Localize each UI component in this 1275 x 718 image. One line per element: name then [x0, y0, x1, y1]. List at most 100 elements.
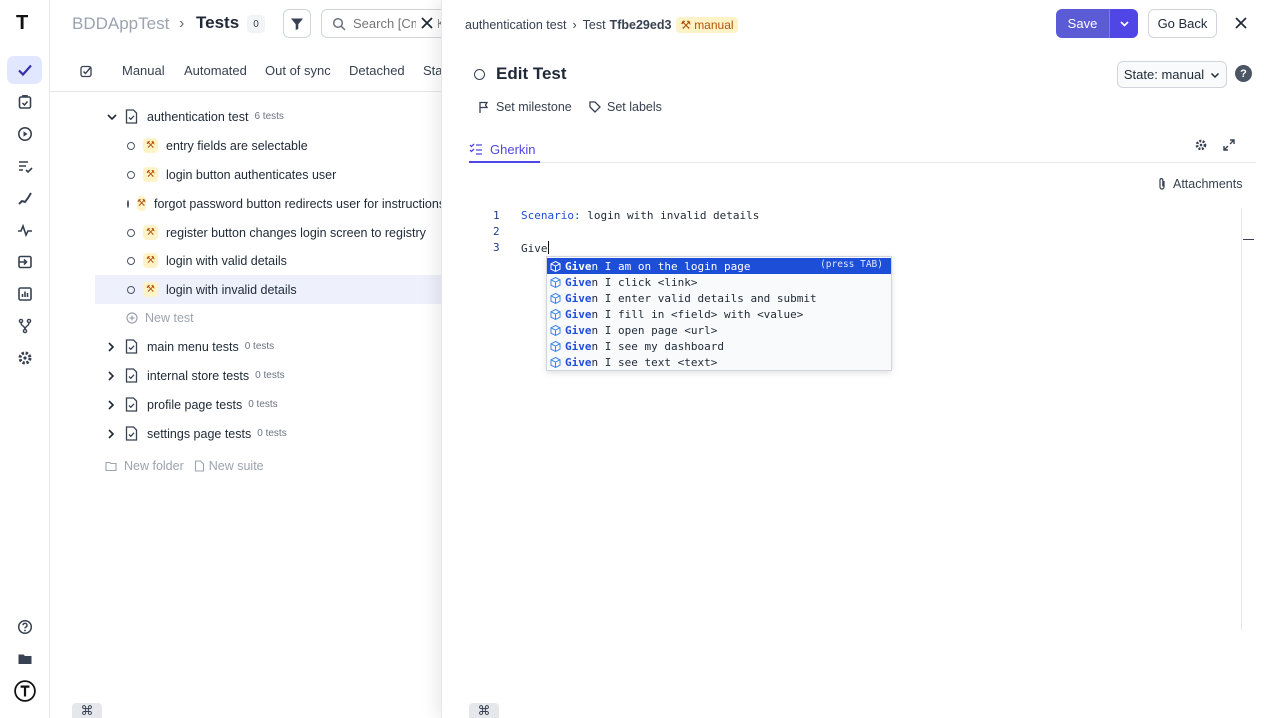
autocomplete-rest: n I see text <text> [591, 355, 718, 369]
expand-icon[interactable] [1222, 138, 1236, 152]
test-row[interactable]: ⚒ register button changes login screen t… [95, 218, 442, 247]
breadcrumb-test-prefix: Test [582, 18, 606, 32]
new-suite-link[interactable]: New suite [209, 459, 264, 473]
suite-row[interactable]: settings page tests 0 tests [95, 419, 442, 448]
autocomplete-item[interactable]: Give n I see my dashboard [547, 338, 891, 354]
testomat-logo-icon[interactable] [7, 677, 42, 705]
attachments-button[interactable]: Attachments [1157, 177, 1242, 191]
suite-label: profile page tests [147, 397, 243, 412]
test-label: forgot password button redirects user fo… [153, 196, 442, 211]
test-row-selected[interactable]: ⚒ login with invalid details [95, 275, 442, 304]
autocomplete-item[interactable]: Give n I enter valid details and submit [547, 290, 891, 306]
chevron-right-icon[interactable] [105, 370, 117, 382]
tab-detached[interactable]: Detached [349, 63, 405, 78]
autocomplete-item[interactable]: Give n I click <link> [547, 274, 891, 290]
line-number: 3 [493, 241, 500, 254]
gear-icon[interactable] [7, 344, 42, 372]
autocomplete-item[interactable]: Give n I am on the login page (press TAB) [547, 258, 891, 274]
save-options-button[interactable] [1109, 9, 1138, 38]
code-text: Give [521, 242, 548, 255]
cube-icon [550, 260, 561, 272]
command-palette-button[interactable]: ⌘ [72, 703, 102, 718]
new-folder-link[interactable]: New folder [124, 459, 184, 473]
state-select[interactable]: State: manual [1117, 61, 1227, 88]
test-row[interactable]: ⚒ login with valid details [95, 246, 442, 275]
status-circle-icon [127, 141, 135, 150]
test-row[interactable]: ⚒ forgot password button redirects user … [95, 189, 442, 218]
chevron-right-icon[interactable] [105, 341, 117, 353]
folder-icon[interactable] [7, 645, 42, 673]
manual-icon: ⚒ [143, 253, 158, 268]
tests-count-badge: 0 [247, 15, 265, 33]
milestone-flag-icon [479, 101, 489, 113]
chart-icon[interactable] [7, 280, 42, 308]
save-button[interactable]: Save [1056, 9, 1109, 38]
pulse-icon[interactable] [7, 216, 42, 244]
tab-gherkin[interactable]: Gherkin [469, 137, 540, 163]
line-number: 1 [493, 209, 500, 222]
suite-file-icon [125, 109, 138, 124]
clipboard-icon[interactable] [7, 88, 42, 116]
list-check-icon[interactable] [7, 152, 42, 180]
chevron-right-icon[interactable] [105, 399, 117, 411]
status-circle-icon [474, 69, 485, 80]
chevron-down-icon [1211, 72, 1220, 78]
suite-file-icon [125, 339, 138, 354]
cube-icon [550, 276, 561, 288]
go-back-button[interactable]: Go Back [1148, 9, 1217, 38]
help-icon[interactable]: ? [1235, 65, 1252, 82]
tests-check-icon[interactable] [7, 56, 42, 84]
suite-authentication-test[interactable]: authentication test 6 tests [95, 102, 442, 131]
steps-icon[interactable] [7, 184, 42, 212]
gherkin-code-editor[interactable]: 1 Scenario: login with invalid details 2… [469, 208, 1242, 630]
autocomplete-item[interactable]: Give n I see text <text> [547, 354, 891, 370]
cube-icon [550, 292, 561, 304]
tab-manual[interactable]: Manual [122, 63, 165, 78]
suite-row[interactable]: internal store tests 0 tests [95, 361, 442, 390]
status-circle-icon [127, 199, 129, 208]
editor-settings-icon[interactable] [1194, 138, 1208, 152]
suite-file-icon [125, 368, 138, 383]
test-row[interactable]: ⚒ entry fields are selectable [95, 131, 442, 160]
close-icon[interactable] [1233, 15, 1249, 31]
set-labels-link[interactable]: Set labels [589, 100, 662, 114]
code-line: Give [521, 241, 549, 255]
tab-automated[interactable]: Automated [184, 63, 247, 78]
state-label: State: manual [1123, 67, 1205, 82]
test-row[interactable]: ⚒ login button authenticates user [95, 160, 442, 189]
suite-row[interactable]: main menu tests 0 tests [95, 332, 442, 361]
editor-scrollbar-track[interactable] [1241, 208, 1242, 630]
command-palette-button[interactable]: ⌘ [469, 703, 499, 718]
filter-button[interactable] [283, 9, 311, 38]
breadcrumb-suite[interactable]: authentication test [465, 18, 566, 32]
suite-row[interactable]: profile page tests 0 tests [95, 390, 442, 419]
breadcrumb: authentication test › Test Tfbe29ed3 ⚒ m… [465, 17, 738, 33]
manual-badge-label: manual [694, 18, 734, 32]
import-icon[interactable] [7, 248, 42, 276]
chevron-down-icon[interactable] [106, 111, 118, 123]
suite-count: 0 tests [248, 399, 278, 410]
breadcrumb-test-id: Tfbe29ed3 [609, 18, 672, 32]
help-icon[interactable] [7, 613, 42, 641]
search-icon [332, 17, 346, 31]
select-all-icon[interactable] [80, 65, 93, 78]
project-name[interactable]: BDDAppTest [72, 14, 169, 34]
paperclip-icon [1159, 178, 1165, 190]
tab-state[interactable]: Sta [423, 63, 443, 78]
autocomplete-item[interactable]: Give n I fill in <field> with <value> [547, 306, 891, 322]
tab-out-of-sync[interactable]: Out of sync [265, 63, 331, 78]
test-label: login with invalid details [166, 282, 297, 297]
set-milestone-link[interactable]: Set milestone [478, 100, 572, 114]
test-label: login with valid details [166, 253, 287, 268]
line-number: 2 [493, 225, 500, 238]
autocomplete-item[interactable]: Give n I open page <url> [547, 322, 891, 338]
suite-label: settings page tests [147, 426, 252, 441]
autocomplete-rest: n I click <link> [591, 275, 698, 289]
chevron-right-icon[interactable] [105, 428, 117, 440]
close-search-icon[interactable] [416, 12, 438, 34]
autocomplete-rest: n I see my dashboard [591, 339, 724, 353]
play-icon[interactable] [7, 120, 42, 148]
app-logo[interactable]: T [16, 12, 28, 35]
new-test-link[interactable]: New test [95, 303, 442, 332]
branch-icon[interactable] [7, 312, 42, 340]
